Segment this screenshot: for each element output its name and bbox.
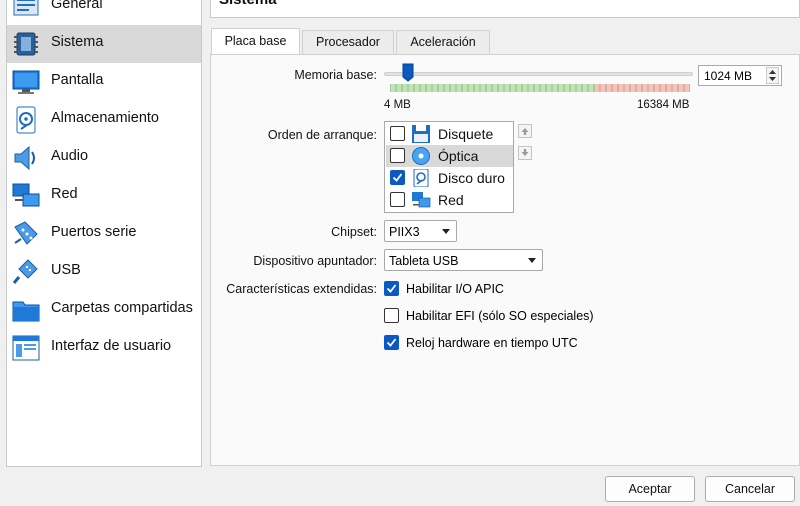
tab-label: Aceleración (410, 35, 476, 49)
spin-arrows-icon[interactable] (766, 67, 779, 84)
sidebar-item-label: Puertos serie (51, 224, 137, 240)
sidebar-item-label: Red (51, 186, 78, 202)
chipset-label: Chipset: (331, 225, 377, 239)
sidebar-item-label: Sistema (51, 34, 104, 50)
network-icon (412, 192, 431, 208)
sidebar-item-sistema[interactable]: Sistema (7, 25, 201, 63)
efi-label: Habilitar EFI (sólo SO especiales) (406, 309, 594, 323)
cancel-button[interactable]: Cancelar (705, 476, 795, 502)
memory-spinbox[interactable]: 1024 MB (698, 65, 782, 86)
sidebar-item-usb[interactable]: USB (7, 253, 201, 291)
sidebar-item-general[interactable]: General (7, 0, 201, 25)
serial-port-icon (14, 221, 38, 245)
sidebar-item-label: General (51, 0, 103, 12)
ok-button[interactable]: Aceptar (605, 476, 695, 502)
sidebar-item-label: USB (51, 262, 81, 278)
general-icon (13, 0, 39, 16)
move-down-icon[interactable] (518, 146, 532, 160)
optical-disc-icon (412, 147, 430, 165)
chipset-value: PIIX3 (389, 225, 420, 239)
sidebar-item-audio[interactable]: Audio (7, 139, 201, 177)
tab-label: Placa base (224, 34, 287, 48)
chevron-down-icon (528, 258, 536, 263)
sidebar-item-label: Audio (51, 148, 89, 164)
boot-item-label: Disco duro (438, 170, 505, 186)
tab-label: Procesador (316, 35, 380, 49)
boot-order-list[interactable]: Disquete Óptica Disco duro Red (384, 121, 514, 213)
move-up-icon[interactable] (518, 124, 532, 138)
io-apic-label: Habilitar I/O APIC (406, 282, 504, 296)
tab-placa-base[interactable]: Placa base (211, 28, 300, 55)
sidebar-item-puertos-serie[interactable]: Puertos serie (7, 215, 201, 253)
boot-checkbox[interactable] (390, 126, 405, 141)
boot-item-disco-duro[interactable]: Disco duro (386, 167, 513, 189)
settings-sidebar: General Sistema Pantalla Almacenamiento … (6, 0, 202, 467)
boot-checkbox[interactable] (390, 148, 405, 163)
boot-item-red[interactable]: Red (386, 189, 513, 211)
floppy-icon (412, 125, 430, 143)
sidebar-item-red[interactable]: Red (7, 177, 201, 215)
hard-disk-icon (413, 169, 429, 187)
boot-item-label: Disquete (438, 126, 494, 142)
speaker-icon (14, 145, 35, 171)
memory-value: 1024 MB (704, 69, 753, 83)
extended-features-label: Características extendidas: (226, 282, 377, 296)
pointing-device-label: Dispositivo apuntador: (253, 254, 377, 268)
sidebar-item-almacenamiento[interactable]: Almacenamiento (7, 101, 201, 139)
sidebar-item-pantalla[interactable]: Pantalla (7, 63, 201, 101)
network-icon (12, 183, 40, 207)
usb-icon (12, 259, 38, 284)
folder-icon (12, 301, 40, 322)
sidebar-item-label: Interfaz de usuario (51, 338, 172, 354)
memory-slider-handle[interactable] (402, 63, 414, 82)
sidebar-item-interfaz-de-usuario[interactable]: Interfaz de usuario (7, 329, 201, 367)
disk-icon (16, 106, 36, 134)
boot-item-label: Óptica (438, 148, 479, 164)
pointing-device-value: Tableta USB (389, 254, 459, 268)
boot-item-disquete[interactable]: Disquete (386, 123, 513, 145)
boot-checkbox[interactable] (390, 170, 405, 185)
memory-label: Memoria base: (294, 68, 377, 82)
page-header: Sistema (210, 0, 800, 18)
sidebar-item-label: Carpetas compartidas (51, 300, 193, 316)
efi-checkbox[interactable] (384, 308, 399, 323)
pointing-device-select[interactable]: Tableta USB (384, 249, 543, 271)
boot-checkbox[interactable] (390, 192, 405, 207)
chevron-down-icon (442, 229, 450, 234)
chipset-select[interactable]: PIIX3 (384, 220, 457, 242)
io-apic-checkbox[interactable] (384, 281, 399, 296)
sidebar-item-carpetas-compartidas[interactable]: Carpetas compartidas (7, 291, 201, 329)
sidebar-item-label: Almacenamiento (51, 110, 159, 126)
utc-clock-checkbox[interactable] (384, 335, 399, 350)
page-title: Sistema (219, 0, 277, 8)
monitor-icon (12, 70, 40, 94)
boot-item-label: Red (438, 192, 464, 208)
boot-item-optica[interactable]: Óptica (386, 145, 513, 167)
chip-icon (14, 32, 38, 56)
utc-clock-label: Reloj hardware en tiempo UTC (406, 336, 578, 350)
memory-min-label: 4 MB (384, 99, 411, 111)
sidebar-item-label: Pantalla (51, 72, 104, 88)
tab-procesador[interactable]: Procesador (302, 30, 394, 54)
tab-aceleracion[interactable]: Aceleración (396, 30, 490, 54)
memory-slider-track[interactable] (384, 72, 693, 76)
memory-max-label: 16384 MB (637, 99, 690, 111)
memory-slider-scale (390, 84, 690, 92)
boot-order-label: Orden de arranque: (267, 128, 377, 142)
ui-window-icon (12, 335, 40, 361)
